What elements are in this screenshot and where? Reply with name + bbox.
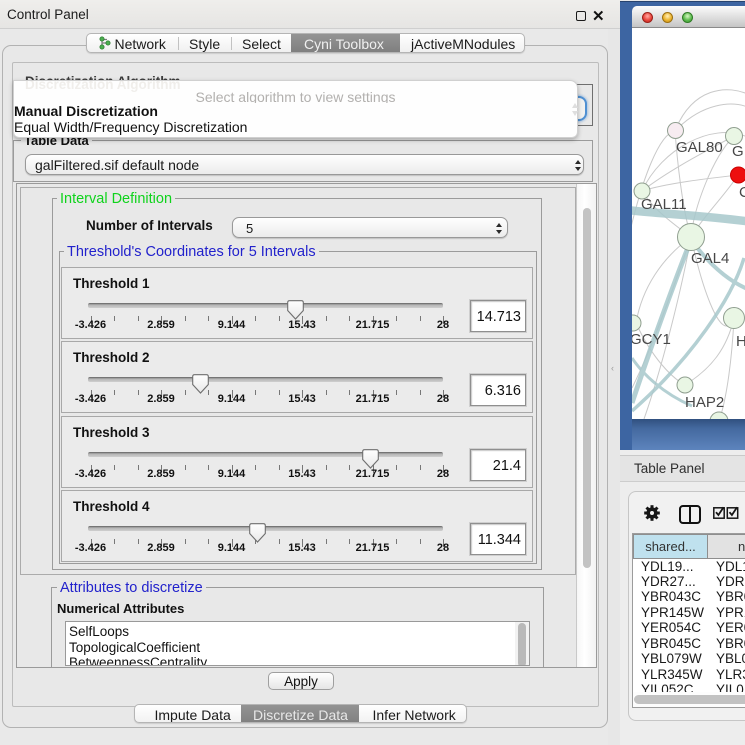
svg-text:G.: G. [732,143,745,160]
svg-text:GCY1: GCY1 [632,331,671,348]
svg-text:GAL11: GAL11 [641,196,687,213]
svg-text:HAP2: HAP2 [685,394,724,411]
svg-text:GAL4: GAL4 [691,250,729,267]
svg-text:GAL80: GAL80 [676,139,723,156]
svg-text:C: C [739,184,745,201]
svg-text:H: H [736,333,745,350]
